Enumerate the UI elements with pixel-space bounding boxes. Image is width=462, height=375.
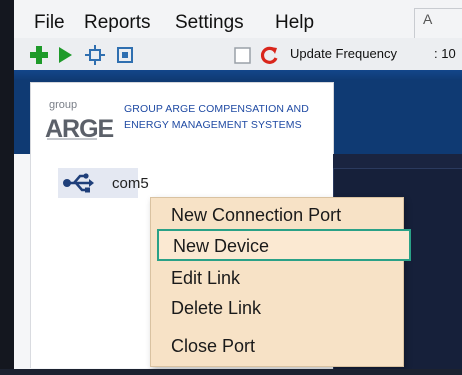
connect-icon[interactable] — [84, 44, 106, 66]
menu-settings[interactable]: Settings — [175, 11, 244, 35]
menu-item-close-port[interactable]: Close Port — [171, 335, 255, 357]
disconnect-icon[interactable] — [114, 44, 136, 66]
window-frame-left — [0, 0, 14, 375]
menu-reports[interactable]: Reports — [84, 11, 151, 35]
top-right-tab[interactable]: A — [414, 8, 462, 39]
top-right-tab-label: A — [423, 11, 433, 27]
refresh-icon[interactable] — [258, 44, 280, 66]
update-frequency-label: Update Frequency — [290, 46, 397, 61]
play-icon[interactable] — [54, 44, 76, 66]
menu-file[interactable]: File — [34, 11, 65, 35]
tree-node-label: com5 — [112, 175, 149, 192]
add-icon[interactable] — [28, 44, 50, 66]
logo-text-line2: ENERGY MANAGEMENT SYSTEMS — [124, 119, 302, 131]
logo-mark-top: group — [49, 99, 77, 111]
tree-node-com5[interactable]: com5 — [58, 168, 149, 198]
menu-item-new-connection-port[interactable]: New Connection Port — [171, 204, 341, 226]
menu-bar: File Reports Settings Help — [14, 0, 462, 38]
logo-card: group ARGE GROUP ARGE COMPENSATION AND E… — [30, 82, 334, 156]
usb-icon — [63, 173, 94, 193]
menu-help[interactable]: Help — [275, 11, 314, 35]
logo-text: GROUP ARGE COMPENSATION AND ENERGY MANAG… — [124, 101, 329, 133]
group-arge-logo: group ARGE — [43, 93, 115, 145]
menu-item-new-device[interactable]: New Device — [157, 229, 411, 261]
update-frequency-value[interactable]: : 10 — [434, 46, 456, 61]
checkbox-icon[interactable] — [232, 44, 254, 66]
window-frame-bottom — [0, 369, 462, 375]
context-menu: New Connection Port New Device Edit Link… — [150, 197, 411, 367]
menu-item-delete-link[interactable]: Delete Link — [171, 297, 261, 319]
menu-item-edit-link[interactable]: Edit Link — [171, 267, 240, 289]
menu-item-new-device-label: New Device — [173, 236, 270, 256]
logo-text-line1: GROUP ARGE COMPENSATION AND — [124, 103, 309, 115]
